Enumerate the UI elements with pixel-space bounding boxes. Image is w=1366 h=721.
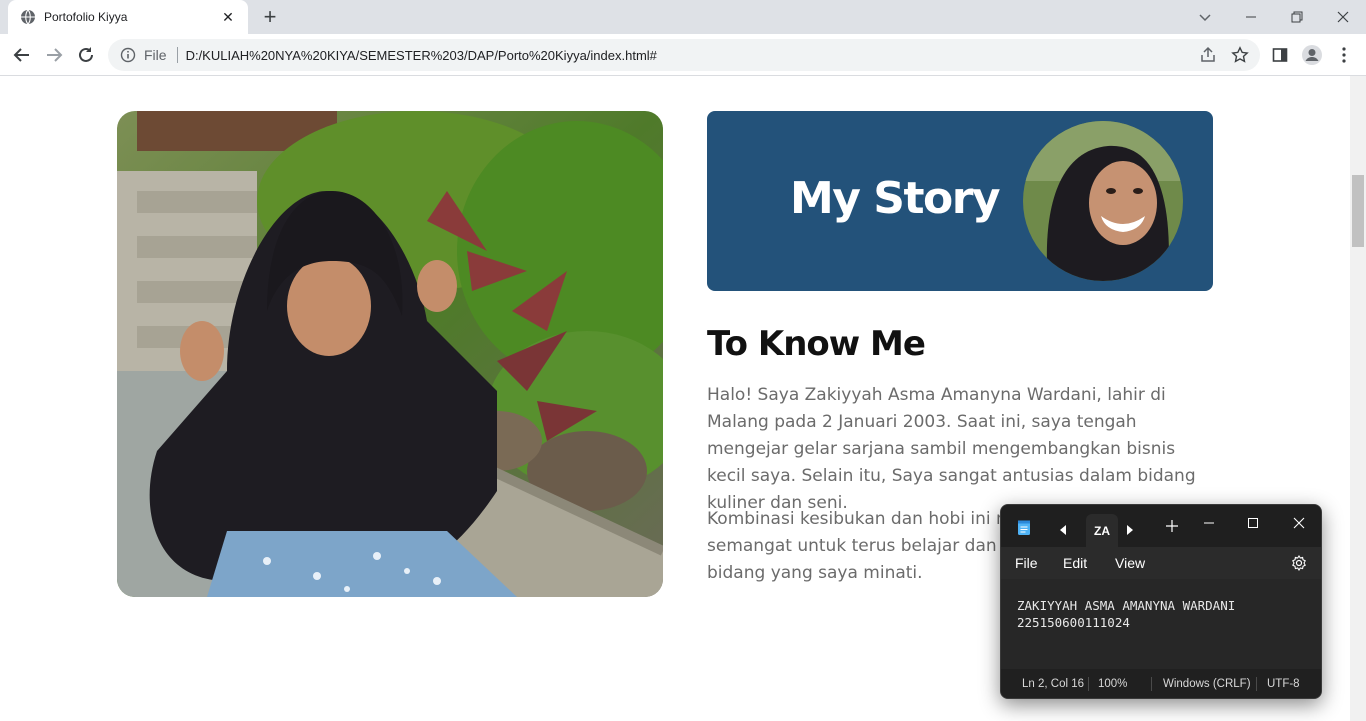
browser-tab-strip: Portofolio Kiyya ✕ +: [0, 0, 1366, 34]
notepad-minimize-button[interactable]: [1194, 509, 1224, 537]
notepad-maximize-button[interactable]: [1238, 509, 1268, 537]
about-paragraph-1: Halo! Saya Zakiyyah Asma Amanyna Wardani…: [707, 385, 1196, 513]
menu-file[interactable]: File: [1015, 555, 1038, 571]
menu-edit[interactable]: Edit: [1063, 555, 1087, 571]
forward-arrow-icon[interactable]: [42, 43, 66, 67]
restore-window-button[interactable]: [1274, 0, 1320, 34]
status-divider: [1151, 677, 1152, 691]
page-scrollbar[interactable]: [1350, 76, 1366, 721]
address-bar[interactable]: File D:/KULIAH%20NYA%20KIYA/SEMESTER%203…: [108, 39, 1260, 71]
notepad-statusbar: Ln 2, Col 16 100% Windows (CRLF) UTF-8: [1001, 669, 1321, 698]
tab-scroll-left-icon[interactable]: [1059, 522, 1067, 540]
settings-gear-icon[interactable]: [1291, 554, 1307, 576]
reload-icon[interactable]: [74, 43, 98, 67]
site-info-icon[interactable]: [120, 47, 136, 63]
globe-icon: [21, 9, 35, 25]
section-heading: To Know Me: [707, 324, 926, 364]
share-icon[interactable]: [1196, 43, 1220, 67]
side-panel-icon[interactable]: [1268, 43, 1292, 67]
tab-scroll-right-icon[interactable]: [1126, 522, 1134, 540]
status-divider: [1088, 677, 1089, 691]
notepad-window: ZA File Edit View ZAKIYYAH ASMA AMANYNA …: [1000, 504, 1322, 699]
close-tab-icon[interactable]: ✕: [220, 9, 236, 26]
notepad-close-button[interactable]: [1284, 509, 1314, 537]
profile-avatar-icon[interactable]: [1300, 43, 1324, 67]
story-heading: My Story: [790, 173, 1001, 224]
notepad-tab[interactable]: ZA: [1086, 514, 1118, 547]
encoding: UTF-8: [1267, 678, 1300, 690]
profile-avatar-photo: [1023, 121, 1183, 281]
tab-search-icon[interactable]: [1182, 0, 1228, 34]
portrait-photo: [117, 111, 663, 597]
bookmark-star-icon[interactable]: [1228, 43, 1252, 67]
tab-title: Portofolio Kiyya: [44, 10, 128, 24]
minimize-window-button[interactable]: [1228, 0, 1274, 34]
notepad-menubar: File Edit View: [1001, 547, 1321, 579]
status-divider: [1256, 677, 1257, 691]
zoom-level: 100%: [1098, 678, 1128, 690]
add-tab-icon[interactable]: [1166, 519, 1178, 537]
menu-view[interactable]: View: [1115, 555, 1145, 571]
notepad-titlebar: ZA: [1001, 505, 1321, 547]
close-window-button[interactable]: [1320, 0, 1366, 34]
my-story-banner: My Story: [707, 111, 1213, 291]
browser-menu-icon[interactable]: [1332, 43, 1356, 67]
notepad-line-1: ZAKIYYAH ASMA AMANYNA WARDANI: [1017, 598, 1236, 613]
line-endings: Windows (CRLF): [1163, 678, 1251, 690]
new-tab-button[interactable]: +: [258, 5, 282, 29]
notepad-line-2: 225150600111024: [1017, 615, 1130, 630]
browser-toolbar: File D:/KULIAH%20NYA%20KIYA/SEMESTER%203…: [0, 34, 1366, 76]
scrollbar-thumb[interactable]: [1352, 175, 1364, 247]
notepad-text-area[interactable]: ZAKIYYAH ASMA AMANYNA WARDANI 2251506001…: [1001, 579, 1321, 669]
cursor-position: Ln 2, Col 16: [1022, 678, 1085, 690]
browser-tab[interactable]: Portofolio Kiyya ✕: [8, 0, 248, 34]
address-scheme-label: File: [144, 47, 167, 63]
back-arrow-icon[interactable]: [10, 43, 34, 67]
notepad-app-icon: [1017, 520, 1031, 541]
address-url[interactable]: D:/KULIAH%20NYA%20KIYA/SEMESTER%203/DAP/…: [186, 48, 657, 63]
address-divider: [176, 47, 178, 63]
